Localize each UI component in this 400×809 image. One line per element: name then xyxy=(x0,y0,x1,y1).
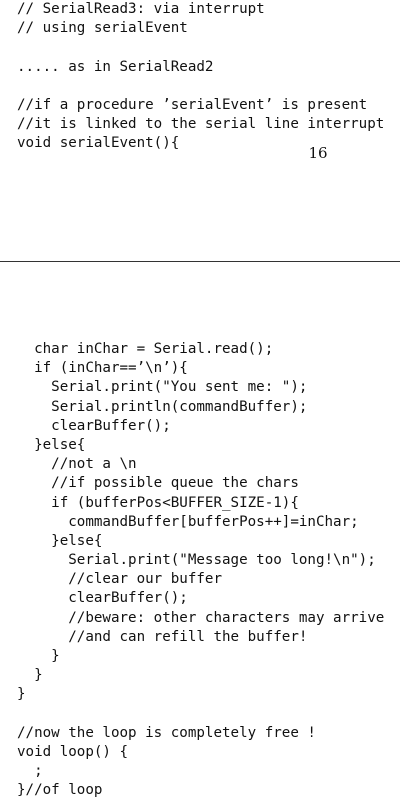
code-line: if (inChar==’\n’){ xyxy=(17,360,188,377)
code-line: void loop() { xyxy=(17,743,129,760)
code-line: ; xyxy=(17,763,43,780)
code-line: }//of loop xyxy=(17,782,103,799)
code-line: } xyxy=(17,667,43,684)
code-line: char inChar = Serial.read(); xyxy=(17,341,274,357)
code-line: //clear our buffer xyxy=(17,571,222,588)
code-block-bottom: char inChar = Serial.read(); if (inChar=… xyxy=(17,340,384,801)
code-line: } xyxy=(17,686,26,703)
code-line: Serial.print("Message too long!\n"); xyxy=(17,552,376,569)
code-line: Serial.println(commandBuffer); xyxy=(17,398,308,415)
code-line: // using serialEvent xyxy=(17,20,188,37)
code-line: } xyxy=(17,648,60,664)
code-line: //it is linked to the serial line interr… xyxy=(17,116,385,133)
code-line: //not a \n xyxy=(17,456,137,473)
code-line: clearBuffer(); xyxy=(17,417,171,434)
code-line: }else{ xyxy=(17,532,103,549)
code-line: //and can refill the buffer! xyxy=(17,628,308,645)
code-line: ..... as in SerialRead2 xyxy=(17,58,214,75)
page-number: 16 xyxy=(308,144,328,162)
code-line: clearBuffer(); xyxy=(17,590,188,607)
code-line: //if possible queue the chars xyxy=(17,475,299,492)
code-line: }else{ xyxy=(17,436,86,453)
code-line: //beware: other characters may arrive xyxy=(17,609,385,626)
code-line: //now the loop is completely free ! xyxy=(17,724,316,741)
code-line: Serial.print("You sent me: "); xyxy=(17,379,308,396)
page-divider xyxy=(0,261,400,262)
code-line: if (bufferPos<BUFFER_SIZE-1){ xyxy=(17,494,299,511)
code-line: //if a procedure ’serialEvent’ is presen… xyxy=(17,96,368,113)
code-block-top: // SerialRead3: via interrupt // using se… xyxy=(17,0,384,154)
code-line: commandBuffer[bufferPos++]=inChar; xyxy=(17,513,359,530)
code-line: // SerialRead3: via interrupt xyxy=(17,1,265,17)
